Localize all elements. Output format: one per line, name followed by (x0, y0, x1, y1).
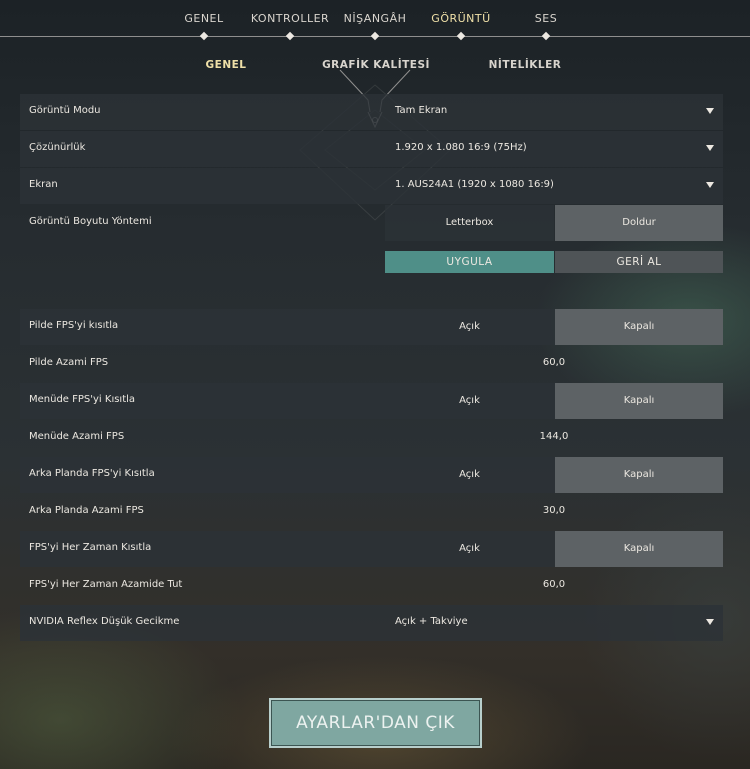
subtab-general[interactable]: GENEL (206, 59, 247, 71)
max-fps-menu-row: Menüde Azami FPS 144,0 (20, 420, 723, 456)
chevron-down-icon (706, 182, 714, 188)
max-fps-background-row: Arka Planda Azami FPS 30,0 (20, 494, 723, 530)
max-fps-always-label: FPS'yi Her Zaman Azamide Tut (29, 579, 183, 590)
exit-settings-button[interactable]: AYARLAR'DAN ÇIK (269, 698, 482, 748)
limit-fps-always-off-option[interactable]: Kapalı (555, 531, 723, 567)
monitor-dropdown[interactable]: 1. AUS24A1 (1920 x 1080 16:9) (385, 168, 723, 204)
chevron-down-icon (706, 108, 714, 114)
tab-marker-icon (199, 31, 209, 41)
display-mode-label: Görüntü Modu (29, 105, 101, 116)
subtab-accessibility[interactable]: NİTELİKLER (489, 59, 562, 71)
tab-audio[interactable]: SES (535, 12, 557, 25)
monitor-label: Ekran (29, 179, 58, 190)
limit-fps-background-on-option[interactable]: Açık (385, 457, 554, 493)
max-fps-menu-label: Menüde Azami FPS (29, 431, 125, 442)
resolution-value: 1.920 x 1.080 16:9 (75Hz) (395, 142, 527, 153)
letterbox-option[interactable]: Letterbox (385, 205, 554, 241)
max-fps-always-row: FPS'yi Her Zaman Azamide Tut 60,0 (20, 568, 723, 604)
tab-video[interactable]: GÖRÜNTÜ (431, 12, 490, 25)
max-fps-always-value[interactable]: 60,0 (385, 579, 723, 590)
subtab-graphics-quality[interactable]: GRAFİK KALİTESİ (322, 59, 430, 71)
aspect-method-label: Görüntü Boyutu Yöntemi (29, 216, 152, 227)
chevron-down-icon (706, 145, 714, 151)
nvidia-reflex-label: NVIDIA Reflex Düşük Gecikme (29, 616, 180, 627)
nvidia-reflex-dropdown[interactable]: Açık + Takviye (385, 605, 723, 641)
resolution-label: Çözünürlük (29, 142, 86, 153)
limit-fps-menu-on-option[interactable]: Açık (385, 383, 554, 419)
limit-fps-background-label: Arka Planda FPS'yi Kısıtla (29, 468, 155, 479)
limit-fps-always-row: FPS'yi Her Zaman Kısıtla Açık Kapalı (20, 531, 723, 567)
max-fps-battery-value[interactable]: 60,0 (385, 357, 723, 368)
chevron-down-icon (706, 619, 714, 625)
resolution-row: Çözünürlük 1.920 x 1.080 16:9 (75Hz) (20, 131, 723, 167)
limit-fps-battery-label: Pilde FPS'yi kısıtla (29, 320, 119, 331)
limit-fps-background-row: Arka Planda FPS'yi Kısıtla Açık Kapalı (20, 457, 723, 493)
max-fps-menu-value[interactable]: 144,0 (385, 431, 723, 442)
aspect-method-row: Görüntü Boyutu Yöntemi Letterbox Doldur (20, 205, 723, 241)
max-fps-battery-row: Pilde Azami FPS 60,0 (20, 346, 723, 382)
tab-marker-icon (370, 31, 380, 41)
monitor-row: Ekran 1. AUS24A1 (1920 x 1080 16:9) (20, 168, 723, 204)
tab-general[interactable]: GENEL (184, 12, 223, 25)
max-fps-battery-label: Pilde Azami FPS (29, 357, 109, 368)
revert-button[interactable]: GERİ AL (555, 251, 723, 273)
limit-fps-background-off-option[interactable]: Kapalı (555, 457, 723, 493)
display-mode-dropdown[interactable]: Tam Ekran (385, 94, 723, 130)
monitor-value: 1. AUS24A1 (1920 x 1080 16:9) (395, 179, 554, 190)
display-mode-row: Görüntü Modu Tam Ekran (20, 94, 723, 130)
limit-fps-menu-row: Menüde FPS'yi Kısıtla Açık Kapalı (20, 383, 723, 419)
resolution-dropdown[interactable]: 1.920 x 1.080 16:9 (75Hz) (385, 131, 723, 167)
tab-controls[interactable]: KONTROLLER (251, 12, 329, 25)
limit-fps-battery-on-option[interactable]: Açık (385, 309, 554, 345)
limit-fps-always-on-option[interactable]: Açık (385, 531, 554, 567)
limit-fps-menu-off-option[interactable]: Kapalı (555, 383, 723, 419)
nvidia-reflex-row: NVIDIA Reflex Düşük Gecikme Açık + Takvi… (20, 605, 723, 641)
fill-option[interactable]: Doldur (555, 205, 723, 241)
display-mode-value: Tam Ekran (395, 105, 448, 116)
tab-marker-icon (285, 31, 295, 41)
max-fps-background-value[interactable]: 30,0 (385, 505, 723, 516)
nvidia-reflex-value: Açık + Takviye (395, 616, 468, 627)
limit-fps-menu-label: Menüde FPS'yi Kısıtla (29, 394, 136, 405)
tab-crosshair[interactable]: NİŞANGÂH (344, 12, 407, 25)
limit-fps-battery-off-option[interactable]: Kapalı (555, 309, 723, 345)
limit-fps-always-label: FPS'yi Her Zaman Kısıtla (29, 542, 152, 553)
top-navigation: GENEL KONTROLLER NİŞANGÂH GÖRÜNTÜ SES (0, 0, 750, 41)
apply-button[interactable]: UYGULA (385, 251, 554, 273)
tab-marker-icon (541, 31, 551, 41)
max-fps-background-label: Arka Planda Azami FPS (29, 505, 144, 516)
tab-marker-icon (456, 31, 466, 41)
limit-fps-battery-row: Pilde FPS'yi kısıtla Açık Kapalı (20, 309, 723, 345)
